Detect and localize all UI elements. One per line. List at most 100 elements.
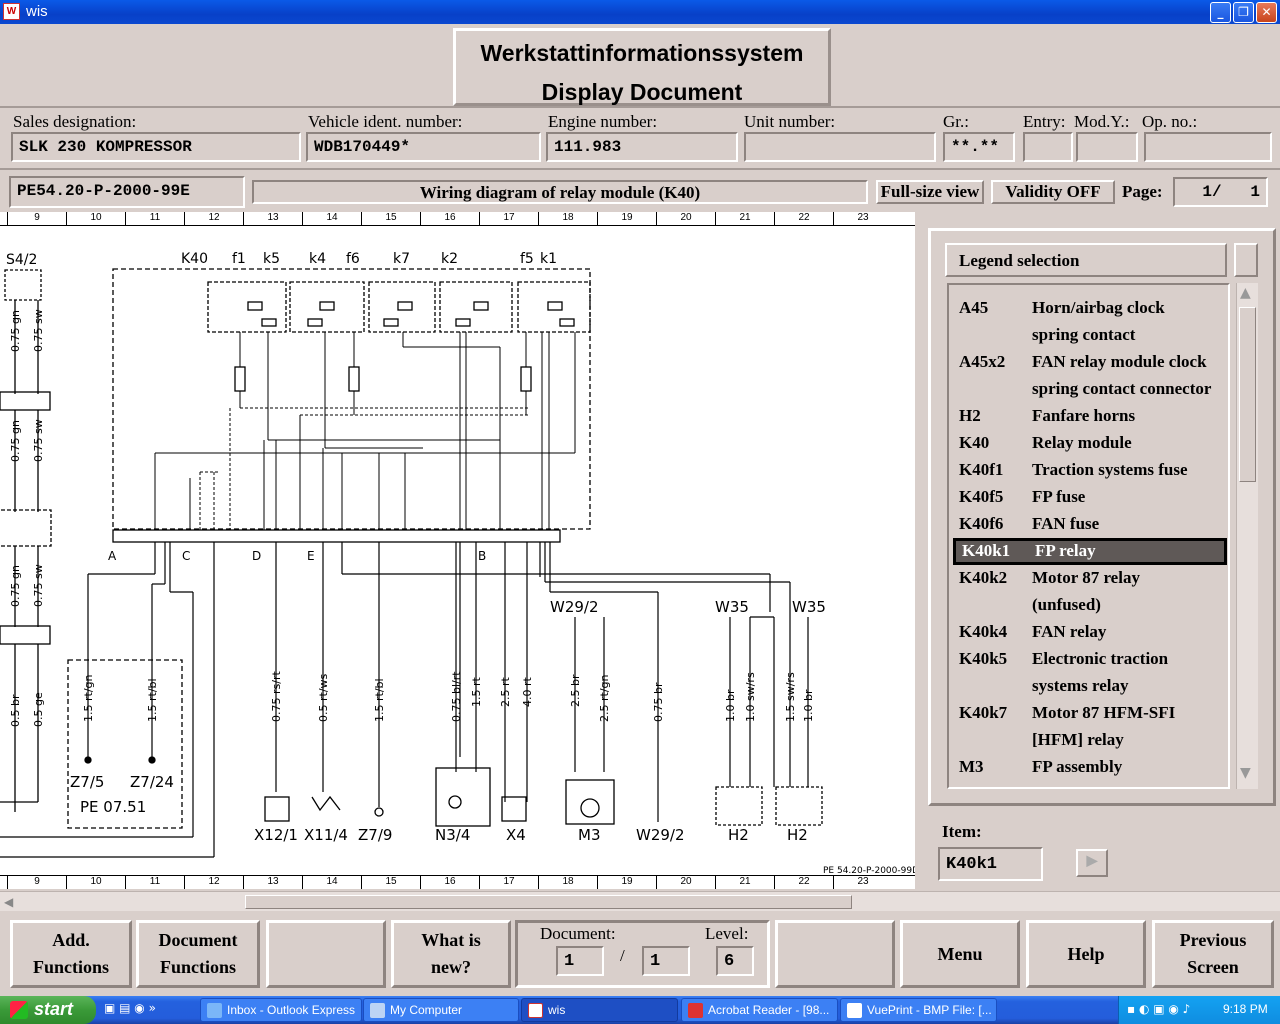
- svg-text:W35: W35: [715, 598, 749, 616]
- svg-text:f6: f6: [346, 251, 360, 267]
- svg-text:A: A: [108, 549, 117, 563]
- menu-button[interactable]: Menu: [900, 920, 1020, 988]
- legend-desc: Fanfare horns: [1032, 406, 1136, 425]
- legend-scrollbar[interactable]: ▲ ▼: [1236, 283, 1258, 789]
- level-field[interactable]: 6: [716, 946, 754, 976]
- svg-text:1.0 br: 1.0 br: [724, 689, 737, 722]
- windows-logo-icon: [10, 1001, 28, 1019]
- svg-text:2.5 rt/gn: 2.5 rt/gn: [598, 674, 611, 722]
- label-s4-2: S4/2: [6, 252, 37, 268]
- vin-label: Vehicle ident. number:: [308, 112, 463, 131]
- full-size-view-button[interactable]: Full-size view: [876, 180, 984, 204]
- legend-header-button[interactable]: [1234, 243, 1258, 277]
- add-functions-button[interactable]: Add. Functions: [10, 920, 132, 988]
- quick-launch[interactable]: ▣ ▤ ◉ »: [104, 1001, 194, 1019]
- legend-row[interactable]: M3 FP assembly: [953, 754, 1227, 781]
- outlook-icon: [207, 1003, 222, 1018]
- minimize-icon[interactable]: _: [1210, 2, 1231, 23]
- legend-row[interactable]: K40k1 FP relay: [953, 538, 1227, 565]
- item-field[interactable]: K40k1: [938, 847, 1043, 881]
- svg-text:H2: H2: [787, 826, 808, 844]
- ruler-tick: 14: [302, 876, 361, 889]
- help-button[interactable]: Help: [1026, 920, 1146, 988]
- legend-row[interactable]: [HFM] relay: [953, 727, 1227, 754]
- legend-desc: FP fuse: [1032, 487, 1086, 506]
- page-label: Page:: [1122, 182, 1163, 201]
- validity-button[interactable]: Validity OFF: [991, 180, 1115, 204]
- svg-text:1.5 rt/bl: 1.5 rt/bl: [373, 678, 386, 722]
- legend-row[interactable]: K40k4 FAN relay: [953, 619, 1227, 646]
- svg-text:0.75 rs/rt: 0.75 rs/rt: [270, 671, 283, 722]
- legend-row[interactable]: systems relay: [953, 673, 1227, 700]
- previous-screen-button[interactable]: Previous Screen: [1152, 920, 1274, 988]
- computer-icon: [370, 1003, 385, 1018]
- legend-desc: spring contact connector: [1032, 379, 1212, 398]
- ruler-tick: 12: [184, 876, 243, 889]
- window-title-bar[interactable]: W wis _ ❐ ✕: [0, 0, 1280, 24]
- task-vueprint[interactable]: VuePrint - BMP File: [...: [840, 998, 997, 1022]
- legend-row[interactable]: (unfused): [953, 592, 1227, 619]
- legend-row[interactable]: spring contact: [953, 322, 1227, 349]
- ruler-tick: 10: [66, 876, 125, 889]
- svg-text:0.5 rt/ws: 0.5 rt/ws: [317, 673, 330, 722]
- legend-code: K40k5: [959, 649, 1008, 668]
- document-field[interactable]: 1: [556, 946, 604, 976]
- ruler-tick: 17: [479, 876, 538, 889]
- legend-row[interactable]: K40f6 FAN fuse: [953, 511, 1227, 538]
- svg-text:PE 07.51: PE 07.51: [80, 798, 146, 816]
- task-wis[interactable]: wis: [521, 998, 678, 1022]
- header-title-box: Werkstattinformationssystem Display Docu…: [453, 28, 831, 106]
- legend-row[interactable]: A45 Horn/airbag clock: [953, 295, 1227, 322]
- task-acrobat[interactable]: Acrobat Reader - [98...: [681, 998, 838, 1022]
- svg-text:K40: K40: [181, 251, 208, 267]
- legend-row[interactable]: K40f1 Traction systems fuse: [953, 457, 1227, 484]
- legend-scroll-thumb[interactable]: [1239, 307, 1256, 482]
- ruler-tick: 11: [125, 876, 184, 889]
- legend-desc: spring contact: [1032, 325, 1136, 344]
- legend-row[interactable]: H2 Fanfare horns: [953, 403, 1227, 430]
- restore-icon[interactable]: ❐: [1233, 2, 1254, 23]
- task-outlook[interactable]: Inbox - Outlook Express: [200, 998, 362, 1022]
- task-my-computer[interactable]: My Computer: [363, 998, 519, 1022]
- legend-row[interactable]: K40f5 FP fuse: [953, 484, 1227, 511]
- svg-text:E: E: [307, 549, 315, 563]
- legend-row[interactable]: K40k5 Electronic traction: [953, 646, 1227, 673]
- svg-text:B: B: [478, 549, 486, 563]
- legend-row[interactable]: K40k2 Motor 87 relay: [953, 565, 1227, 592]
- empty-button-2[interactable]: [775, 920, 895, 988]
- document-functions-button[interactable]: Document Functions: [136, 920, 260, 988]
- legend-desc: FAN relay: [1032, 622, 1107, 641]
- svg-text:0.75 br: 0.75 br: [652, 682, 665, 722]
- item-label: Item:: [942, 822, 982, 841]
- horizontal-scrollbar[interactable]: ◀: [0, 891, 1280, 911]
- svg-text:1.5 rt: 1.5 rt: [470, 676, 483, 707]
- scroll-up-icon[interactable]: ▲: [1240, 285, 1251, 301]
- document-total-field: 1: [642, 946, 690, 976]
- clock[interactable]: 9:18 PM: [1223, 1002, 1268, 1016]
- scroll-left-icon[interactable]: ◀: [4, 895, 18, 909]
- svg-text:2.5 rt: 2.5 rt: [499, 676, 512, 707]
- start-button[interactable]: start: [0, 996, 96, 1024]
- scroll-down-icon[interactable]: ▼: [1240, 765, 1251, 781]
- legend-list[interactable]: A45 Horn/airbag clock spring contact A45x2 F…: [947, 283, 1230, 789]
- tray-icons[interactable]: ▪ ◐ ▣ ◉ ♪: [1127, 1002, 1190, 1016]
- close-icon[interactable]: ✕: [1256, 2, 1277, 23]
- empty-button-1[interactable]: [266, 920, 386, 988]
- svg-text:0.75 gn: 0.75 gn: [9, 310, 22, 352]
- svg-text:f1: f1: [232, 251, 246, 267]
- legend-row[interactable]: K40k7 Motor 87 HFM-SFI: [953, 700, 1227, 727]
- unit-label: Unit number:: [744, 112, 836, 131]
- item-go-icon[interactable]: ▶: [1076, 849, 1108, 877]
- wiring-diagram-viewport[interactable]: S4/2 0.75 gn 0.75 sw 0.75 gn 0.75 sw 0.7…: [0, 212, 915, 889]
- legend-row[interactable]: spring contact connector: [953, 376, 1227, 403]
- legend-code: K40k4: [959, 622, 1008, 641]
- scroll-thumb[interactable]: [245, 895, 852, 909]
- ruler-tick: 20: [656, 212, 715, 225]
- legend-row[interactable]: A45x2 FAN relay module clock: [953, 349, 1227, 376]
- what-is-new-button[interactable]: What is new?: [391, 920, 511, 988]
- legend-row[interactable]: K40 Relay module: [953, 430, 1227, 457]
- legend-code: A45x2: [959, 352, 1006, 371]
- vin-field: WDB170449*: [306, 132, 541, 162]
- relay-k2: [439, 281, 513, 333]
- header-title: Werkstattinformationssystem: [480, 40, 804, 66]
